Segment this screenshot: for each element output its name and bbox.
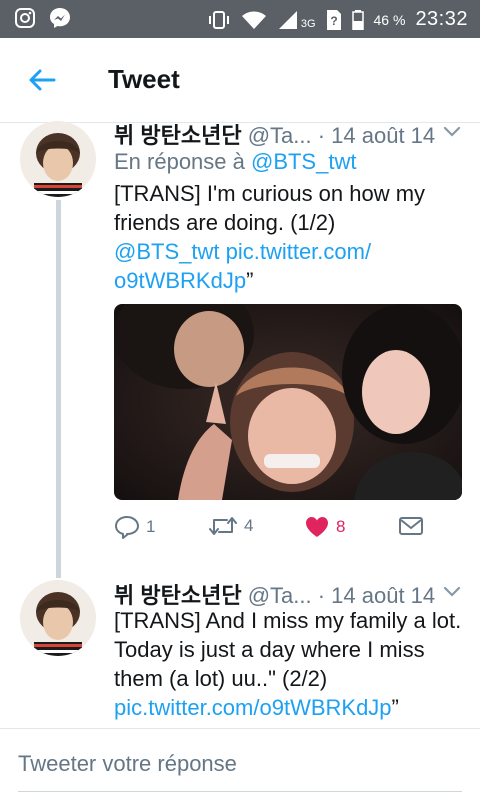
reply-prefix: En réponse à xyxy=(114,149,251,174)
status-bar: 3G ? 46 % 23:32 xyxy=(0,0,480,38)
network-type: 3G xyxy=(300,17,316,30)
avatar[interactable] xyxy=(20,580,96,656)
handle[interactable]: @Ta... xyxy=(248,583,312,608)
heart-icon xyxy=(306,517,328,537)
timestamp: · 14 août 14 xyxy=(317,123,436,148)
display-name[interactable]: 뷔 방탄소년단 xyxy=(114,583,242,608)
pic-link[interactable]: pic.twitter.com/ xyxy=(226,239,371,264)
text-line: [TRANS] I'm curious on how my xyxy=(114,181,426,206)
reply-button[interactable]: 1 xyxy=(114,515,155,539)
retweet-icon xyxy=(209,517,237,535)
pic-link-continued[interactable]: o9tWBRKdJp xyxy=(114,268,246,293)
text-line: Today is just a day where I miss xyxy=(114,637,425,662)
tweet-actions: 1 4 8 xyxy=(114,515,464,545)
tweet-text: [TRANS] I'm curious on how my friends ar… xyxy=(114,179,464,295)
display-name[interactable]: 뷔 방탄소년단 xyxy=(114,123,242,148)
like-count: 8 xyxy=(336,517,346,536)
back-arrow-icon[interactable] xyxy=(26,64,58,96)
svg-text:?: ? xyxy=(330,14,337,28)
avatar[interactable] xyxy=(20,121,96,197)
tweet-photo[interactable] xyxy=(114,304,462,500)
text-line: them (a lot) uu.." (2/2) xyxy=(114,666,328,691)
retweet-count: 4 xyxy=(244,516,254,535)
share-dm-button[interactable] xyxy=(398,515,424,537)
vibrate-icon xyxy=(208,10,229,29)
retweet-button[interactable]: 4 xyxy=(208,515,253,537)
timestamp: · 14 août 14 xyxy=(317,583,436,608)
chevron-down-icon[interactable] xyxy=(442,584,462,598)
thread-connector xyxy=(56,200,61,578)
clock: 23:32 xyxy=(415,8,468,30)
reply-composer: Tweeter votre réponse xyxy=(0,728,480,801)
reply-mention-link[interactable]: @BTS_twt xyxy=(251,149,356,174)
messenger-icon xyxy=(50,8,70,28)
pic-link[interactable]: pic.twitter.com/o9tWBRKdJp xyxy=(114,695,392,720)
text-line: [TRANS] And I miss my family a lot. xyxy=(114,608,462,633)
chevron-down-icon[interactable] xyxy=(442,124,462,138)
closing-quote: ” xyxy=(246,268,254,293)
like-button[interactable]: 8 xyxy=(304,515,345,539)
envelope-icon xyxy=(399,517,423,535)
input-underline xyxy=(18,791,462,792)
handle[interactable]: @Ta... xyxy=(248,123,312,148)
battery-level: 46 % xyxy=(373,11,406,28)
battery-icon xyxy=(351,9,364,30)
reply-count: 1 xyxy=(146,517,156,536)
mention-link[interactable]: @BTS_twt xyxy=(114,239,219,264)
instagram-icon xyxy=(15,8,35,28)
tweet-text: [TRANS] And I miss my family a lot. Toda… xyxy=(114,606,464,722)
closing-quote: ” xyxy=(391,695,399,720)
page-title: Tweet xyxy=(108,64,180,94)
tweet-header: 뷔 방탄소년단 @Ta... · 14 août 14 xyxy=(114,118,435,150)
reply-icon xyxy=(115,516,139,539)
sim-unknown-icon: ? xyxy=(326,9,341,30)
reply-input[interactable]: Tweeter votre réponse xyxy=(18,751,237,777)
app-bar: Tweet xyxy=(0,38,480,123)
reply-context: En réponse à @BTS_twt xyxy=(114,149,356,175)
wifi-icon xyxy=(241,11,266,29)
text-line: friends are doing. (1/2) xyxy=(114,210,336,235)
signal-icon xyxy=(278,10,297,29)
